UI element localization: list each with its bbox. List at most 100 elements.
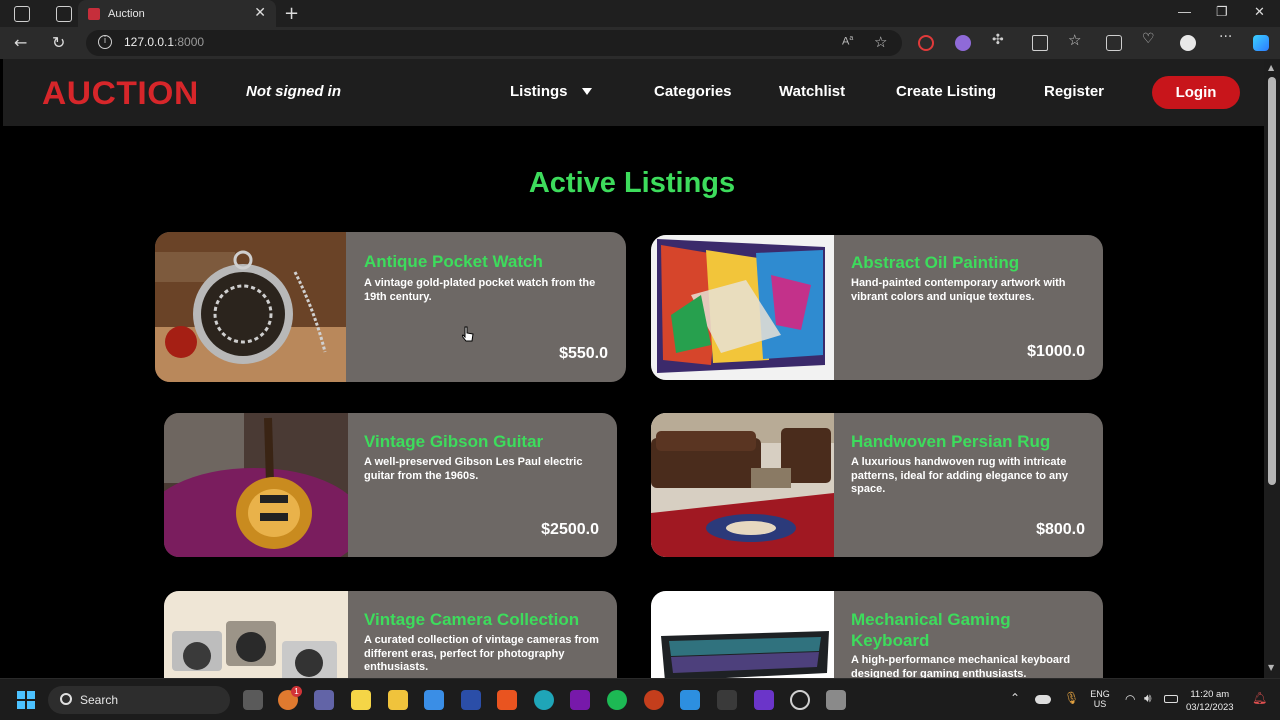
ubuntu-icon[interactable]: [497, 690, 517, 710]
nav-watchlist[interactable]: Watchlist: [779, 83, 845, 100]
login-button[interactable]: Login: [1152, 76, 1240, 109]
extensions-puzzle-icon[interactable]: ✣: [992, 32, 1008, 48]
onedrive-icon[interactable]: [1035, 695, 1051, 704]
gaming-keyboard-photo: [651, 591, 834, 678]
listing-description: A curated collection of vintage cameras …: [364, 634, 599, 673]
listing-card[interactable]: Abstract Oil Painting Hand-painted conte…: [651, 235, 1103, 380]
extension-orb-icon[interactable]: [955, 35, 971, 51]
video-editor-icon[interactable]: [754, 690, 774, 710]
nav-listings[interactable]: Listings: [510, 83, 568, 100]
page-scrollbar[interactable]: ▲ ▼: [1264, 59, 1280, 678]
snipping-tool-icon[interactable]: [826, 690, 846, 710]
listing-card[interactable]: Mechanical Gaming Keyboard A high-perfor…: [651, 591, 1103, 678]
new-tab-icon[interactable]: +: [284, 3, 299, 24]
microphone-icon[interactable]: 🎙: [1064, 691, 1079, 705]
edge-browser-icon[interactable]: [534, 690, 554, 710]
listing-title[interactable]: Antique Pocket Watch: [364, 251, 543, 272]
onenote-icon[interactable]: [570, 690, 590, 710]
lens-app-icon[interactable]: [461, 690, 481, 710]
search-placeholder: Search: [80, 693, 119, 707]
profile-avatar-icon[interactable]: [1180, 35, 1196, 51]
file-explorer-icon[interactable]: [388, 690, 408, 710]
site-favicon-icon: [88, 7, 100, 20]
teams-icon[interactable]: [314, 690, 334, 710]
restore-icon[interactable]: ❐: [1216, 4, 1228, 20]
scroll-down-icon[interactable]: ▼: [1268, 663, 1274, 672]
listing-card[interactable]: Handwoven Persian Rug A luxurious handwo…: [651, 413, 1103, 557]
pocket-watch-photo: [155, 232, 346, 382]
minimize-icon[interactable]: —: [1178, 4, 1191, 19]
windows-start-icon[interactable]: [17, 691, 35, 709]
site-logo[interactable]: AUCTION: [42, 75, 199, 112]
notifications-bell-icon[interactable]: 🔔︎: [1252, 691, 1267, 705]
browser-essentials-icon[interactable]: ♡: [1142, 31, 1158, 47]
language-indicator[interactable]: ENG US: [1088, 689, 1112, 709]
sticky-notes-icon[interactable]: [351, 690, 371, 710]
listing-title[interactable]: Handwoven Persian Rug: [851, 431, 1050, 452]
page-title: Active Listings: [528, 167, 736, 199]
auth-status: Not signed in: [246, 83, 341, 100]
media-player-icon[interactable]: [790, 690, 810, 710]
show-hidden-icons-icon[interactable]: ⌃: [1010, 691, 1020, 705]
site-info-icon[interactable]: i: [98, 35, 112, 49]
task-view-icon[interactable]: [243, 690, 263, 710]
split-screen-icon[interactable]: [1032, 35, 1048, 51]
search-icon: [60, 693, 72, 705]
vintage-cameras-photo: [164, 591, 348, 678]
close-tab-icon[interactable]: ✕: [254, 5, 266, 21]
listing-description: A vintage gold-plated pocket watch from …: [364, 277, 596, 303]
volume-icon[interactable]: 🔊︎: [1144, 691, 1152, 706]
browser-toolbar: ← ↻ i 127.0.0.1:8000 Aa ☆ ✣ ☆ ♡ ···: [0, 27, 1280, 59]
tab-actions-icon[interactable]: [56, 5, 72, 22]
workspaces-icon[interactable]: [14, 5, 30, 22]
site-navbar: AUCTION Not signed in Listings Categorie…: [3, 59, 1264, 126]
listing-price: $550.0: [559, 345, 608, 362]
vscode-icon[interactable]: [680, 690, 700, 710]
chevron-down-icon[interactable]: [582, 88, 592, 95]
nav-categories[interactable]: Categories: [654, 83, 732, 100]
address-url: 127.0.0.1:8000: [124, 35, 205, 49]
listing-card[interactable]: Vintage Camera Collection A curated coll…: [164, 591, 617, 678]
nav-register[interactable]: Register: [1044, 83, 1104, 100]
terminal-icon[interactable]: [717, 690, 737, 710]
tab-title: Auction: [108, 7, 145, 20]
wifi-icon[interactable]: ◠: [1125, 692, 1135, 706]
os-taskbar: Search 1 ⌃ 🎙 ENG US ◠ 🔊︎ 11:20 am 03/12/…: [0, 678, 1280, 720]
listing-card[interactable]: Vintage Gibson Guitar A well-preserved G…: [164, 413, 617, 557]
spotify-icon[interactable]: [607, 690, 627, 710]
battery-icon[interactable]: [1164, 695, 1178, 703]
pointer-cursor-icon: [462, 326, 474, 342]
listing-price: $1000.0: [1027, 343, 1085, 360]
notification-badge: 1: [291, 686, 302, 697]
browser-tab-strip: Auction ✕ + — ❐ ✕: [0, 0, 1280, 27]
nav-create-listing[interactable]: Create Listing: [896, 83, 996, 100]
listing-title[interactable]: Vintage Camera Collection: [364, 609, 579, 630]
browser-tab-auction[interactable]: Auction ✕: [78, 0, 276, 27]
listing-price: $2500.0: [541, 521, 599, 538]
settings-more-icon[interactable]: ···: [1219, 29, 1235, 45]
collections-icon[interactable]: [1106, 35, 1122, 51]
back-icon[interactable]: ←: [14, 33, 27, 52]
scroll-up-icon[interactable]: ▲: [1268, 63, 1274, 72]
address-bar[interactable]: i 127.0.0.1:8000 Aa ☆: [86, 30, 902, 56]
favorites-icon[interactable]: ☆: [1068, 31, 1084, 49]
listing-description: A luxurious handwoven rug with intricate…: [851, 456, 1068, 495]
listing-title[interactable]: Vintage Gibson Guitar: [364, 431, 543, 452]
copilot-icon[interactable]: [1253, 35, 1269, 51]
persian-rug-photo: [651, 413, 834, 557]
taskbar-search[interactable]: Search: [48, 686, 230, 714]
store-icon[interactable]: [424, 690, 444, 710]
scrollbar-thumb[interactable]: [1268, 77, 1276, 485]
close-window-icon[interactable]: ✕: [1254, 4, 1265, 20]
listing-description: A high-performance mechanical keyboard d…: [851, 654, 1071, 678]
favorite-star-icon[interactable]: ☆: [874, 33, 890, 51]
abstract-painting-photo: [651, 235, 834, 380]
system-clock[interactable]: 11:20 am 03/12/2023: [1186, 688, 1234, 714]
listing-title[interactable]: Abstract Oil Painting: [851, 252, 1019, 273]
adblock-extension-icon[interactable]: [918, 35, 934, 51]
listing-card[interactable]: Antique Pocket Watch A vintage gold-plat…: [155, 232, 626, 382]
powerpoint-icon[interactable]: [644, 690, 664, 710]
listing-title[interactable]: Mechanical Gaming Keyboard: [851, 609, 1061, 651]
read-aloud-icon[interactable]: Aa: [842, 35, 858, 51]
reload-icon[interactable]: ↻: [52, 33, 65, 52]
